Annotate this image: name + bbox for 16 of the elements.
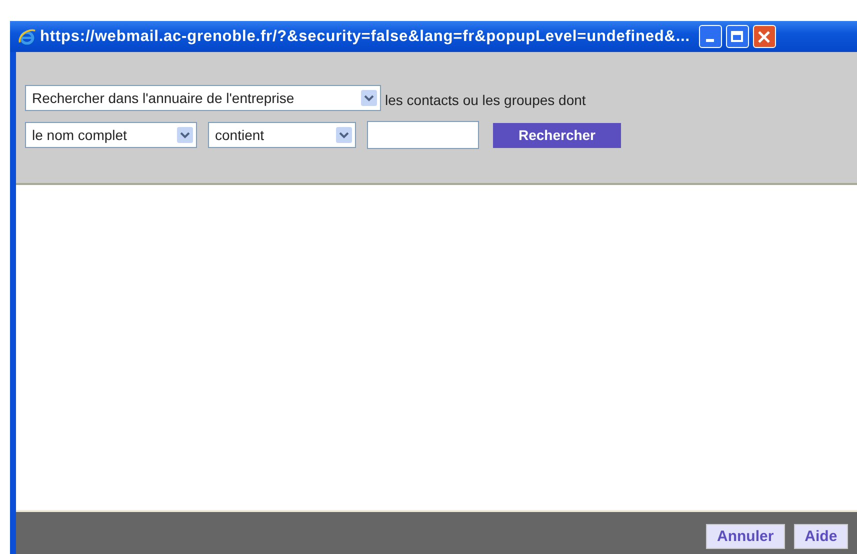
help-button[interactable]: Aide <box>794 524 848 548</box>
maximize-icon <box>731 31 744 42</box>
search-description: les contacts ou les groupes dont <box>385 92 586 108</box>
maximize-button[interactable] <box>726 25 749 48</box>
minimize-icon <box>706 39 714 42</box>
field-dropdown[interactable]: le nom complet <box>25 122 197 148</box>
close-icon <box>758 30 770 42</box>
scope-dropdown[interactable]: Rechercher dans l'annuaire de l'entreprise <box>25 85 381 111</box>
search-button[interactable]: Rechercher <box>493 122 621 148</box>
minimize-button[interactable] <box>698 25 722 48</box>
browser-logo-icon <box>18 28 36 46</box>
search-input[interactable] <box>367 121 479 149</box>
operator-dropdown[interactable]: contient <box>208 122 356 148</box>
cancel-button[interactable]: Annuler <box>706 524 785 548</box>
close-button[interactable] <box>752 25 776 48</box>
window-title: https://webmail.ac-grenoble.fr/?&security=false&lang=fr&popupLevel=undefined&... <box>40 28 690 46</box>
